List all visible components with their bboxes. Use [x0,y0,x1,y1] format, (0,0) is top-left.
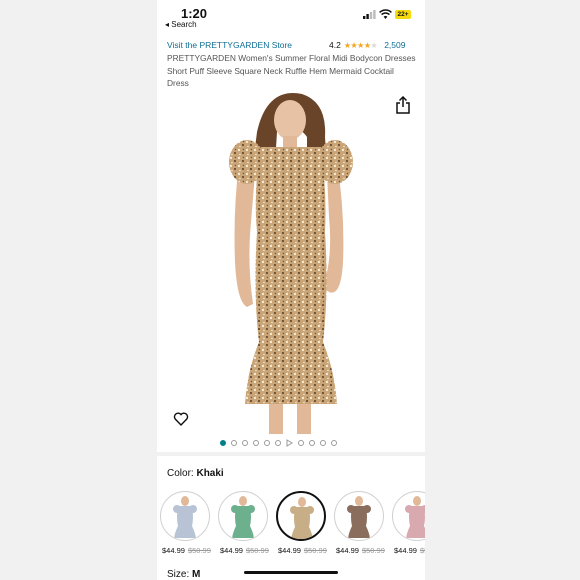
product-image[interactable] [157,92,425,434]
pagination-dot[interactable] [320,440,326,446]
rating-value: 4.2 [329,40,341,50]
swatch-price: $44.99 $50.99 [220,546,269,555]
pagination-dot[interactable] [242,440,248,446]
pagination-dot[interactable] [275,440,281,446]
pagination-dot[interactable] [220,440,226,446]
video-play-icon[interactable] [286,439,293,447]
product-screen: 1:20 ◂ Search 22+ Visit the PRETTYGARDEN… [157,0,425,580]
swatch-price: $44.99 $50.99 [336,546,385,555]
pagination-dot[interactable] [264,440,270,446]
color-swatch[interactable]: $44.99 $50.99 [160,491,211,555]
rating-count[interactable]: 2,509 [384,40,405,50]
current-price: $44.99 [162,546,185,555]
pagination-dot[interactable] [231,440,237,446]
size-label: Size: M [167,569,200,580]
battery-indicator: 22+ [395,10,411,19]
color-label-text: Color: [167,468,194,479]
home-indicator[interactable] [244,571,338,574]
pagination-dot[interactable] [331,440,337,446]
list-price: $5 [419,546,425,555]
color-swatch[interactable]: $44.99$5 [392,491,425,555]
current-price: $44.99 [220,546,243,555]
swatch-price: $44.99$5 [394,546,425,555]
color-swatch[interactable]: $44.99 $50.99 [276,491,327,555]
heart-icon[interactable] [173,411,189,427]
back-to-search-link[interactable]: ◂ Search [165,20,197,29]
color-swatch[interactable]: $44.99 $50.99 [334,491,385,555]
color-swatch[interactable]: $44.99 $50.99 [218,491,269,555]
share-icon[interactable] [395,96,411,114]
list-price: $50.99 [361,546,385,555]
clock: 1:20 [181,6,208,21]
rating-summary[interactable]: 4.2 ★★★★★ 2,509 [329,40,405,50]
color-swatch-list: $44.99 $50.99 $44.99 $50.99 $44.99 $50.99 $44.… [157,491,425,561]
product-title: PRETTYGARDEN Women's Summer Floral Midi … [167,53,416,88]
selected-size: M [192,569,201,580]
rating-stars-icon: ★★★★★ [343,40,378,50]
swatch-price: $44.99 $50.99 [162,546,211,555]
pagination-dot[interactable] [309,440,315,446]
current-price: $44.99 [278,546,301,555]
current-price: $44.99 [394,546,417,555]
current-price: $44.99 [336,546,359,555]
swatch-thumbnail[interactable] [276,491,326,541]
section-divider [157,452,425,456]
list-price: $50.99 [187,546,211,555]
cellular-signal-icon [363,10,376,19]
size-label-text: Size: [167,569,190,580]
swatch-price: $44.99 $50.99 [278,546,327,555]
list-price: $50.99 [303,546,327,555]
swatch-thumbnail[interactable] [334,491,384,541]
color-label: Color: Khaki [167,468,224,479]
selected-color-name: Khaki [196,468,224,479]
status-bar: 1:20 ◂ Search 22+ [157,0,425,36]
pagination-dot[interactable] [253,440,259,446]
swatch-thumbnail[interactable] [160,491,210,541]
image-pagination[interactable] [220,439,337,447]
pagination-dot[interactable] [298,440,304,446]
swatch-thumbnail[interactable] [218,491,268,541]
swatch-thumbnail[interactable] [392,491,425,541]
wifi-icon [379,9,392,19]
visit-store-link[interactable]: Visit the PRETTYGARDEN Store [167,40,292,50]
list-price: $50.99 [245,546,269,555]
